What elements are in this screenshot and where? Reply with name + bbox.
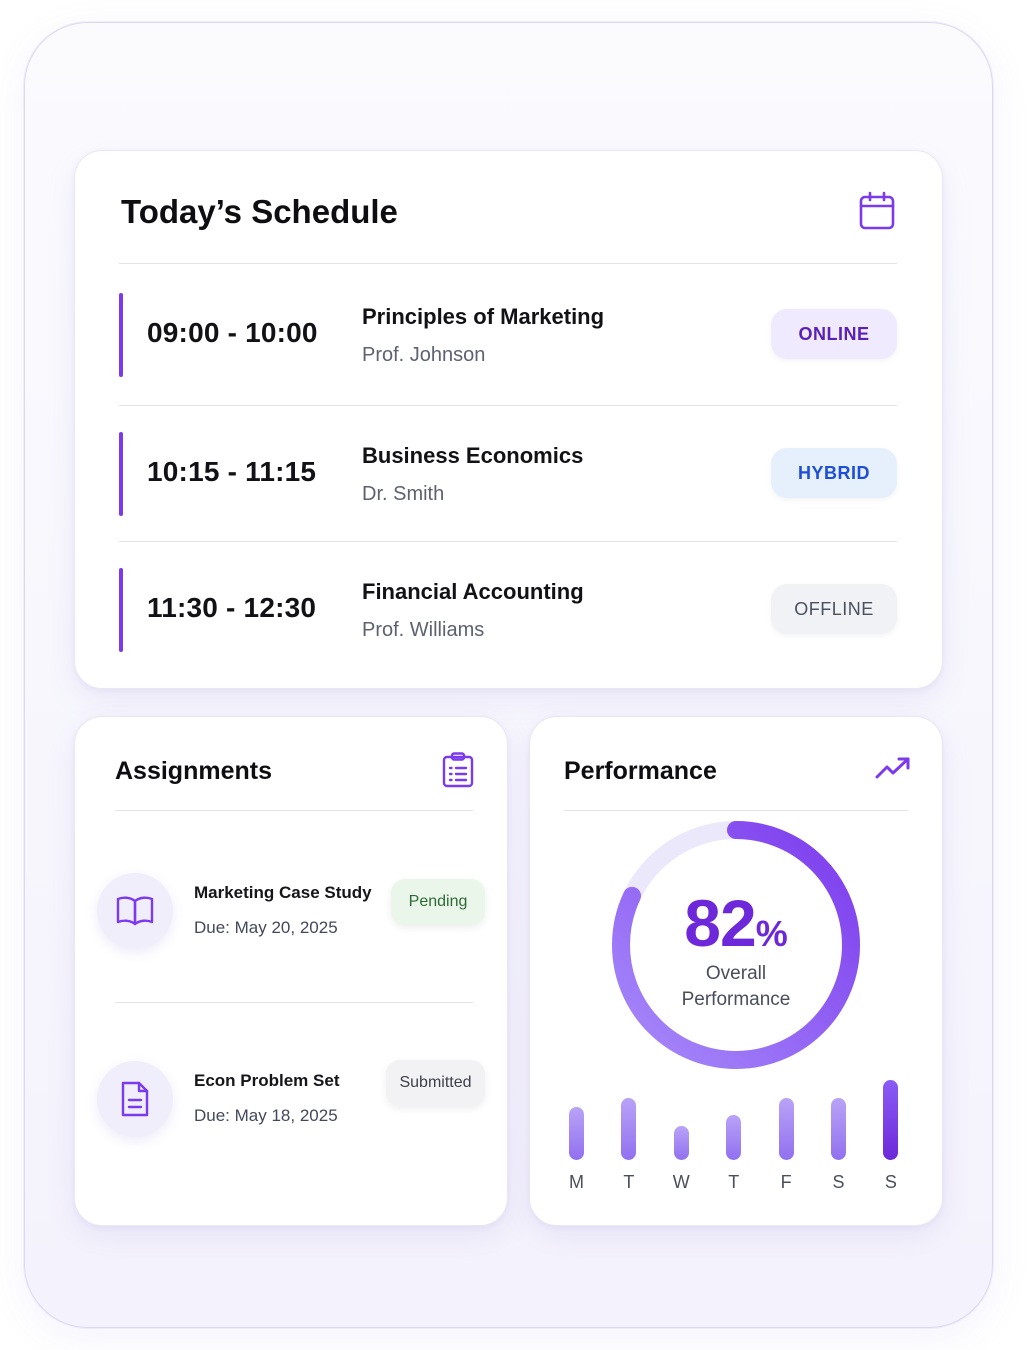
row-accent-bar (119, 432, 123, 516)
weekday-label: T (728, 1172, 740, 1192)
class-time: 11:30 - 12:30 (147, 592, 317, 623)
assignments-card: Assignments Marketing Case Study Due: Ma… (74, 716, 508, 1226)
performance-value: 82% (530, 885, 942, 961)
assignment-item[interactable]: Marketing Case Study Due: May 20, 2025 P… (97, 873, 489, 953)
weekday-label: F (780, 1172, 792, 1192)
performance-unit: % (755, 913, 788, 954)
instructor-name: Prof. Johnson (362, 344, 486, 366)
weekly-bars (555, 1072, 931, 1162)
performance-number: 82 (684, 886, 756, 960)
assignments-title: Assignments (115, 757, 272, 785)
divider (564, 810, 908, 811)
schedule-card: Today’s Schedule 09:00 - 10:00 Principle… (74, 150, 943, 689)
course-name: Financial Accounting (362, 579, 584, 604)
schedule-row[interactable]: 11:30 - 12:30 Financial Accounting Prof.… (119, 568, 897, 654)
assignment-item[interactable]: Econ Problem Set Due: May 18, 2025 Submi… (97, 1060, 489, 1141)
weekday-bar (726, 1115, 742, 1160)
class-time: 09:00 - 10:00 (147, 317, 318, 348)
clipboard-list-icon[interactable] (442, 752, 474, 788)
weekday-label: S (884, 1172, 897, 1192)
assignment-name: Econ Problem Set (194, 1071, 340, 1090)
row-accent-bar (119, 568, 123, 652)
weekday-bar (673, 1126, 689, 1160)
weekday-label: S (832, 1172, 845, 1192)
class-time: 10:15 - 11:15 (147, 456, 317, 487)
divider (119, 263, 897, 264)
performance-label-line2: Performance (681, 989, 791, 1010)
performance-card: Performance 82% Overall Performance M T W T… (529, 716, 943, 1226)
instructor-name: Dr. Smith (362, 483, 445, 505)
row-accent-bar (119, 293, 123, 377)
assignment-name: Marketing Case Study (194, 883, 372, 902)
divider (119, 405, 897, 406)
weekday-bar (831, 1098, 846, 1160)
schedule-title: Today’s Schedule (121, 193, 398, 230)
weekday-bar (621, 1098, 637, 1160)
trending-up-icon[interactable] (875, 755, 911, 783)
divider (115, 810, 473, 811)
course-name: Business Economics (362, 443, 584, 468)
mode-badge-hybrid: HYBRID (771, 448, 897, 498)
mode-badge-offline: OFFLINE (771, 584, 897, 634)
performance-title: Performance (564, 757, 717, 785)
weekday-label: W (672, 1172, 690, 1192)
weekday-bar (569, 1107, 584, 1160)
assignment-due-date: Due: May 18, 2025 (194, 1106, 338, 1125)
calendar-icon[interactable] (858, 191, 896, 231)
course-name: Principles of Marketing (362, 304, 605, 329)
weekday-label: T (623, 1172, 635, 1192)
divider (119, 541, 897, 542)
weekday-bar (883, 1080, 899, 1160)
status-badge-pending: Pending (391, 879, 485, 925)
performance-label-line1: Overall (705, 963, 767, 984)
schedule-row[interactable]: 09:00 - 10:00 Principles of Marketing Pr… (119, 293, 897, 379)
instructor-name: Prof. Williams (362, 619, 485, 641)
mode-badge-online: ONLINE (771, 309, 897, 359)
divider (115, 1002, 473, 1003)
assignment-due-date: Due: May 20, 2025 (194, 918, 338, 937)
document-icon (97, 1061, 173, 1137)
schedule-row[interactable]: 10:15 - 11:15 Business Economics Dr. Smi… (119, 432, 897, 518)
weekday-label: M (569, 1172, 584, 1192)
book-open-icon (97, 873, 173, 949)
weekday-bar (778, 1098, 794, 1160)
status-badge-submitted: Submitted (386, 1060, 485, 1106)
